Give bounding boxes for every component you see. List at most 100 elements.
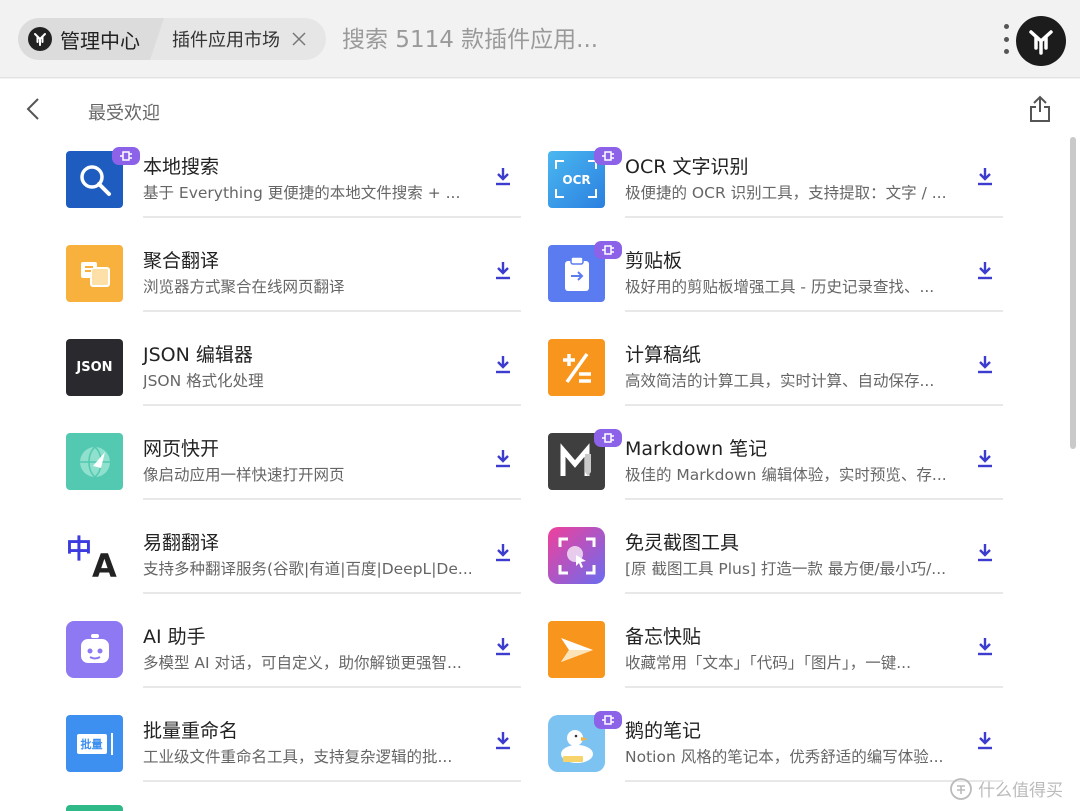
section-title: 最受欢迎 bbox=[88, 103, 160, 124]
divider bbox=[143, 310, 521, 312]
breadcrumb-home[interactable]: 管理中心 bbox=[18, 18, 168, 60]
plugin-item[interactable]: JSON JSON 编辑器 JSON 格式化处理 bbox=[66, 329, 521, 423]
watermark-logo-icon bbox=[950, 777, 972, 800]
divider bbox=[625, 404, 1003, 406]
plugin-badge-icon bbox=[594, 241, 622, 259]
plugin-name: 聚合翻译 bbox=[143, 250, 220, 272]
plugin-item[interactable]: Markdown 笔记 极佳的 Markdown 编辑体验，实时预览、存... bbox=[548, 423, 1003, 517]
plugin-name: 本地搜索 bbox=[143, 156, 220, 178]
icon-text-zh: 中 bbox=[66, 535, 93, 565]
app-avatar-icon[interactable] bbox=[1016, 16, 1066, 66]
plugin-name: 剪贴板 bbox=[625, 250, 683, 272]
close-icon[interactable] bbox=[290, 30, 308, 48]
watermark: 什么值得买 bbox=[950, 776, 1063, 801]
translate-zh-a-icon: 中 A bbox=[66, 527, 123, 584]
share-icon[interactable] bbox=[1028, 95, 1052, 123]
ocr-icon-text: OCR bbox=[562, 172, 591, 187]
batch-rename-icon: 批量 bbox=[66, 715, 123, 772]
plugin-name: 备忘快贴 bbox=[625, 626, 702, 648]
plugin-item[interactable]: 中 A 易翻翻译 支持多种翻译服务(谷歌|有道|百度|DeepL|De... bbox=[66, 517, 521, 611]
plugin-badge-icon bbox=[112, 147, 140, 165]
download-icon[interactable] bbox=[494, 261, 512, 281]
plugin-description: 极佳的 Markdown 编辑体验，实时预览、存... bbox=[625, 466, 947, 484]
download-icon[interactable] bbox=[494, 543, 512, 563]
plugin-badge-icon bbox=[594, 711, 622, 729]
breadcrumb-tab-label: 插件应用市场 bbox=[172, 30, 280, 51]
breadcrumb-tab[interactable]: 插件应用市场 bbox=[150, 18, 326, 60]
plugin-name: OCR 文字识别 bbox=[625, 156, 749, 178]
title-bar: 管理中心 插件应用市场 bbox=[0, 0, 1080, 78]
plugin-item[interactable]: 鹅的笔记 Notion 风格的笔记本，优秀舒适的编写体验... bbox=[548, 705, 1003, 799]
plugin-description: 极便捷的 OCR 识别工具，支持提取：文字 / ... bbox=[625, 184, 947, 202]
back-arrow-icon[interactable] bbox=[22, 97, 46, 121]
plugin-name: 鹅的笔记 bbox=[625, 720, 702, 742]
download-icon[interactable] bbox=[494, 167, 512, 187]
download-icon[interactable] bbox=[976, 731, 994, 751]
divider bbox=[143, 686, 521, 688]
divider bbox=[625, 216, 1003, 218]
plugin-badge-icon bbox=[594, 429, 622, 447]
divider bbox=[625, 310, 1003, 312]
globe-rocket-icon bbox=[66, 433, 123, 490]
memo-paste-icon bbox=[548, 621, 605, 678]
plugin-description: Notion 风格的笔记本，优秀舒适的编写体验... bbox=[625, 748, 944, 766]
plugin-name: JSON 编辑器 bbox=[143, 344, 253, 366]
download-icon[interactable] bbox=[494, 637, 512, 657]
download-icon[interactable] bbox=[494, 355, 512, 375]
app-logo-icon bbox=[28, 27, 52, 51]
download-icon[interactable] bbox=[494, 731, 512, 751]
batch-rename-icon-text: 批量 bbox=[76, 733, 107, 754]
download-icon[interactable] bbox=[976, 543, 994, 563]
divider bbox=[143, 592, 521, 594]
json-icon: JSON bbox=[66, 339, 123, 396]
plugin-name: 易翻翻译 bbox=[143, 532, 220, 554]
plugin-item[interactable]: 本地搜索 基于 Everything 更便捷的本地文件搜索 + ... bbox=[66, 141, 521, 235]
robot-icon bbox=[66, 621, 123, 678]
plugin-description: 支持多种翻译服务(谷歌|有道|百度|DeepL|De... bbox=[143, 560, 473, 578]
plugin-description: 收藏常用「文本」「代码」「图片」，一键... bbox=[625, 654, 912, 672]
plugin-name: 计算稿纸 bbox=[625, 344, 702, 366]
plugin-name: 批量重命名 bbox=[143, 720, 239, 742]
divider bbox=[625, 592, 1003, 594]
breadcrumb-home-label: 管理中心 bbox=[60, 28, 140, 53]
calculator-icon bbox=[548, 339, 605, 396]
plugin-item[interactable]: 计算稿纸 高效简洁的计算工具，实时计算、自动保存... bbox=[548, 329, 1003, 423]
plugin-description: 高效简洁的计算工具，实时计算、自动保存... bbox=[625, 372, 935, 390]
plugin-name: Markdown 笔记 bbox=[625, 438, 768, 460]
plugin-item[interactable]: 免灵截图工具 [原 截图工具 Plus] 打造一款 最方便/最小巧/... bbox=[548, 517, 1003, 611]
divider bbox=[625, 686, 1003, 688]
divider bbox=[143, 498, 521, 500]
plugin-description: 极好用的剪贴板增强工具 - 历史记录查找、... bbox=[625, 278, 935, 296]
download-icon[interactable] bbox=[976, 449, 994, 469]
next-plugin-icon-partial bbox=[66, 805, 123, 811]
plugin-badge-icon bbox=[594, 147, 622, 165]
plugin-description: 像启动应用一样快速打开网页 bbox=[143, 466, 345, 484]
plugin-item[interactable]: 聚合翻译 浏览器方式聚合在线网页翻译 bbox=[66, 235, 521, 329]
plugin-item[interactable]: AI 助手 多模型 AI 对话，可自定义，助你解锁更强智... bbox=[66, 611, 521, 705]
search-input[interactable] bbox=[342, 24, 942, 56]
divider bbox=[143, 404, 521, 406]
plugin-item[interactable]: OCR OCR 文字识别 极便捷的 OCR 识别工具，支持提取：文字 / ... bbox=[548, 141, 1003, 235]
more-menu-icon[interactable] bbox=[1000, 24, 1012, 54]
plugin-item[interactable]: 网页快开 像启动应用一样快速打开网页 bbox=[66, 423, 521, 517]
download-icon[interactable] bbox=[976, 167, 994, 187]
download-icon[interactable] bbox=[494, 449, 512, 469]
divider bbox=[625, 498, 1003, 500]
plugin-item[interactable]: 批量 批量重命名 工业级文件重命名工具，支持复杂逻辑的批... bbox=[66, 705, 521, 799]
plugin-description: 多模型 AI 对话，可自定义，助你解锁更强智... bbox=[143, 654, 462, 672]
plugin-name: 免灵截图工具 bbox=[625, 532, 740, 554]
watermark-text: 什么值得买 bbox=[978, 781, 1063, 801]
plugin-description: [原 截图工具 Plus] 打造一款 最方便/最小巧/... bbox=[625, 560, 947, 578]
plugin-description: 浏览器方式聚合在线网页翻译 bbox=[143, 278, 345, 296]
divider bbox=[143, 216, 521, 218]
download-icon[interactable] bbox=[976, 637, 994, 657]
screenshot-icon bbox=[548, 527, 605, 584]
download-icon[interactable] bbox=[976, 355, 994, 375]
download-icon[interactable] bbox=[976, 261, 994, 281]
scrollbar-thumb[interactable] bbox=[1070, 137, 1076, 449]
plugin-description: JSON 格式化处理 bbox=[143, 372, 264, 390]
plugin-item[interactable]: 备忘快贴 收藏常用「文本」「代码」「图片」，一键... bbox=[548, 611, 1003, 705]
plugin-column-left: 本地搜索 基于 Everything 更便捷的本地文件搜索 + ... 聚合翻译… bbox=[66, 141, 521, 799]
divider bbox=[143, 780, 521, 782]
plugin-item[interactable]: 剪贴板 极好用的剪贴板增强工具 - 历史记录查找、... bbox=[548, 235, 1003, 329]
